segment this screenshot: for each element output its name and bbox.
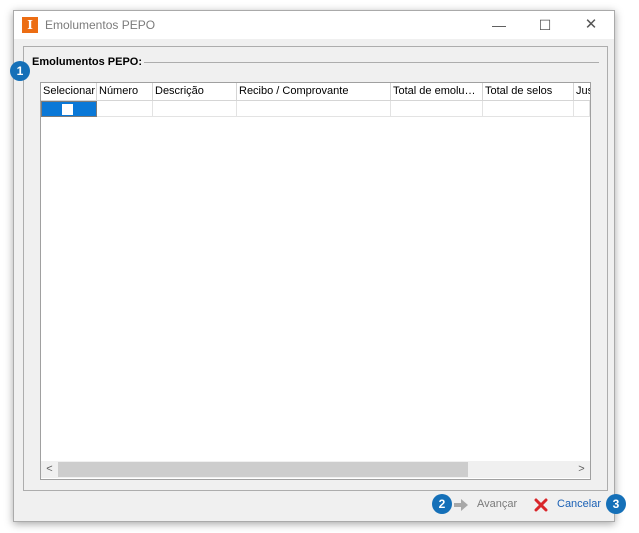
selecionar-cell[interactable] bbox=[41, 101, 97, 117]
avancar-label: Avançar bbox=[477, 498, 518, 510]
column-header-recibo[interactable]: Recibo / Comprovante bbox=[237, 83, 391, 100]
scroll-thumb[interactable] bbox=[58, 462, 468, 477]
column-header-numero[interactable]: Número bbox=[97, 83, 153, 100]
horizontal-scrollbar[interactable]: < > bbox=[41, 461, 590, 478]
cancelar-button[interactable]: Cancelar bbox=[533, 496, 603, 514]
column-header-selecionar[interactable]: Selecionar bbox=[41, 83, 97, 100]
group-divider bbox=[144, 62, 599, 63]
descricao-cell bbox=[153, 101, 237, 117]
arrow-right-icon bbox=[454, 499, 468, 511]
row-checkbox[interactable] bbox=[62, 104, 73, 115]
cancelar-label: Cancelar bbox=[557, 498, 602, 510]
total-selos-cell bbox=[483, 101, 574, 117]
group-title: Emolumentos PEPO: bbox=[32, 56, 143, 68]
column-header-jus[interactable]: Jus bbox=[574, 83, 590, 100]
scroll-left-icon[interactable]: < bbox=[41, 461, 58, 478]
annotation-badge-3: 3 bbox=[606, 494, 626, 514]
maximize-button[interactable]: ☐ bbox=[522, 11, 568, 39]
numero-cell bbox=[97, 101, 153, 117]
scroll-right-icon[interactable]: > bbox=[573, 461, 590, 478]
dialog-window: I Emolumentos PEPO — ☐ ✕ Emolumentos PEP… bbox=[13, 10, 615, 522]
title-bar: I Emolumentos PEPO — ☐ ✕ bbox=[14, 11, 614, 39]
grid-header: Selecionar Número Descrição Recibo / Com… bbox=[41, 83, 590, 101]
window-title: Emolumentos PEPO bbox=[45, 18, 156, 32]
annotation-badge-2: 2 bbox=[432, 494, 452, 514]
total-emolumentos-cell bbox=[391, 101, 483, 117]
column-header-descricao[interactable]: Descrição bbox=[153, 83, 237, 100]
cancel-x-icon bbox=[534, 498, 548, 512]
app-logo-icon: I bbox=[22, 17, 38, 33]
column-header-total-emolumentos[interactable]: Total de emolu… bbox=[391, 83, 483, 100]
jus-cell bbox=[574, 101, 590, 117]
annotation-badge-1: 1 bbox=[10, 61, 30, 81]
emolumentos-grid[interactable]: Selecionar Número Descrição Recibo / Com… bbox=[40, 82, 591, 480]
close-button[interactable]: ✕ bbox=[568, 11, 614, 39]
column-header-total-selos[interactable]: Total de selos bbox=[483, 83, 574, 100]
minimize-button[interactable]: — bbox=[476, 11, 522, 39]
recibo-cell bbox=[237, 101, 391, 117]
content-panel: Emolumentos PEPO: Selecionar Número Desc… bbox=[23, 46, 608, 491]
avancar-button[interactable]: Avançar bbox=[453, 496, 519, 514]
